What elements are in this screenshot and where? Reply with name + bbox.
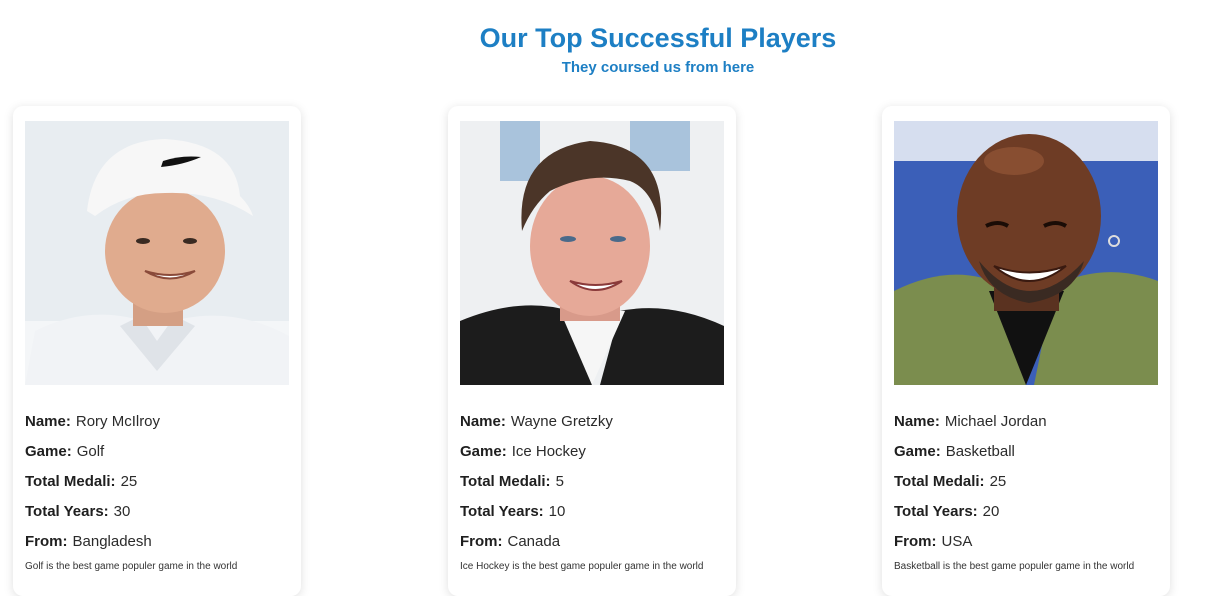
page-subtitle: They coursed us from here <box>561 59 755 76</box>
player-medals-row: Total Medali: 25 <box>894 467 1158 497</box>
player-medals: 25 <box>989 473 1007 490</box>
player-from-row: From: Canada <box>460 527 724 557</box>
player-game: Golf <box>76 443 105 460</box>
game-label: Game: <box>460 443 507 460</box>
medals-label: Total Medali: <box>25 473 116 490</box>
name-label: Name: <box>25 413 71 430</box>
player-medals: 5 <box>555 473 564 490</box>
player-photo <box>894 121 1158 385</box>
player-card: Name: Michael Jordan Game: Basketball Tota… <box>882 106 1170 596</box>
player-years-row: Total Years: 30 <box>25 497 289 527</box>
player-years: 20 <box>982 503 1000 520</box>
player-name: Wayne Gretzky <box>510 413 613 430</box>
player-description: Golf is the best game populer game in th… <box>25 561 238 572</box>
years-label: Total Years: <box>25 503 109 520</box>
player-game-row: Game: Basketball <box>894 437 1158 467</box>
years-label: Total Years: <box>894 503 978 520</box>
player-name: Michael Jordan <box>944 413 1047 430</box>
player-from-row: From: USA <box>894 527 1158 557</box>
player-from-row: From: Bangladesh <box>25 527 289 557</box>
player-name-row: Name: Michael Jordan <box>894 407 1158 437</box>
page-header: Our Top Successful Players They coursed … <box>0 20 1218 79</box>
game-label: Game: <box>894 443 941 460</box>
player-description: Ice Hockey is the best game populer game… <box>460 561 704 572</box>
basketball-player-photo-icon <box>894 121 1158 385</box>
medals-label: Total Medali: <box>460 473 551 490</box>
player-game-row: Game: Ice Hockey <box>460 437 724 467</box>
player-years-row: Total Years: 20 <box>894 497 1158 527</box>
player-from: Bangladesh <box>72 533 152 550</box>
game-label: Game: <box>25 443 72 460</box>
golfer-photo-icon <box>25 121 289 385</box>
player-name: Rory McIlroy <box>75 413 161 430</box>
player-name-row: Name: Rory McIlroy <box>25 407 289 437</box>
from-label: From: <box>894 533 937 550</box>
player-medals-row: Total Medali: 25 <box>25 467 289 497</box>
player-years: 30 <box>113 503 131 520</box>
player-medals: 25 <box>120 473 138 490</box>
player-medals-row: Total Medali: 5 <box>460 467 724 497</box>
hockey-player-photo-icon <box>460 121 724 385</box>
medals-label: Total Medali: <box>894 473 985 490</box>
player-game: Ice Hockey <box>511 443 586 460</box>
player-years-row: Total Years: 10 <box>460 497 724 527</box>
from-label: From: <box>25 533 68 550</box>
player-photo <box>460 121 724 385</box>
player-game-row: Game: Golf <box>25 437 289 467</box>
player-photo <box>25 121 289 385</box>
name-label: Name: <box>460 413 506 430</box>
from-label: From: <box>460 533 503 550</box>
player-game: Basketball <box>945 443 1015 460</box>
player-description: Basketball is the best game populer game… <box>894 561 1135 572</box>
name-label: Name: <box>894 413 940 430</box>
player-name-row: Name: Wayne Gretzky <box>460 407 724 437</box>
page-title: Our Top Successful Players <box>479 23 837 53</box>
player-card: Name: Rory McIlroy Game: Golf Total Medali… <box>13 106 301 596</box>
player-years: 10 <box>548 503 566 520</box>
player-card: Name: Wayne Gretzky Game: Ice Hockey Total… <box>448 106 736 596</box>
player-from: Canada <box>507 533 561 550</box>
player-from: USA <box>941 533 973 550</box>
years-label: Total Years: <box>460 503 544 520</box>
